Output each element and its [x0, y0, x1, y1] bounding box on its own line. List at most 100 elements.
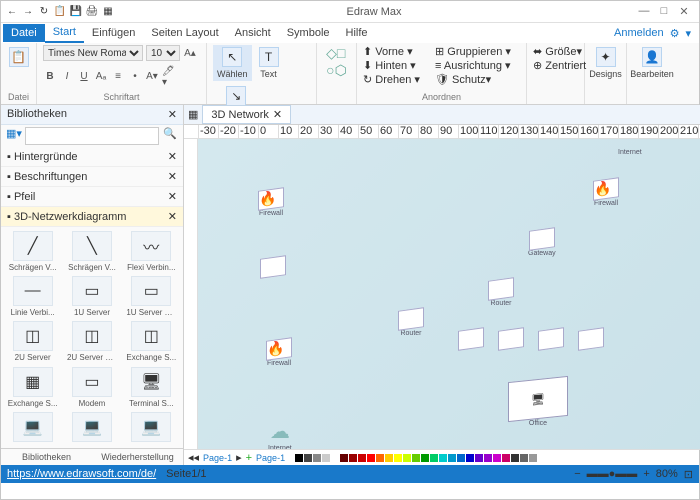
bullets-button[interactable]: •	[128, 70, 142, 84]
color-swatch[interactable]	[448, 454, 456, 462]
color-swatch[interactable]	[367, 454, 375, 462]
edit-button[interactable]: 👤Bearbeiten	[633, 45, 671, 81]
send-back[interactable]: ⬇ Hinten ▾	[363, 59, 429, 72]
page-tab-2[interactable]: Page-1	[256, 453, 285, 463]
color-swatch[interactable]	[403, 454, 411, 462]
page-tab-1[interactable]: Page-1	[203, 453, 232, 463]
increase-font[interactable]: A▴	[183, 46, 197, 60]
diagram-node[interactable]: 🔥Firewall	[593, 179, 619, 207]
color-swatch[interactable]	[295, 454, 303, 462]
color-swatch[interactable]	[358, 454, 366, 462]
color-swatch[interactable]	[412, 454, 420, 462]
diagram-node[interactable]: Router	[488, 279, 514, 307]
library-shape[interactable]: ▭Modem	[64, 367, 119, 408]
settings-icon[interactable]: ⚙	[670, 27, 680, 40]
color-swatch[interactable]	[322, 454, 330, 462]
select-tool[interactable]: ↖Wählen	[213, 45, 252, 81]
color-swatch[interactable]	[340, 454, 348, 462]
font-size-select[interactable]: 10	[146, 45, 180, 61]
qat-save[interactable]: 💾	[69, 5, 83, 19]
color-swatch[interactable]	[484, 454, 492, 462]
library-shape[interactable]: ▭1U Server S...	[124, 276, 179, 317]
highlight-button[interactable]: 🖊▾	[162, 70, 176, 84]
login-link[interactable]: Anmelden	[614, 27, 664, 39]
tab-symbols[interactable]: Symbole	[279, 24, 338, 42]
add-page-icon[interactable]: +	[246, 452, 252, 464]
file-menu[interactable]: Datei	[3, 24, 45, 42]
qat-back[interactable]: ←	[5, 5, 19, 19]
paste-button[interactable]: 📋	[7, 45, 30, 69]
minimize-button[interactable]: —	[637, 5, 651, 18]
library-tab[interactable]: Bibliotheken	[1, 449, 92, 465]
library-shape[interactable]: 💻	[5, 412, 60, 444]
qat-fwd[interactable]: →	[21, 5, 35, 19]
center-button[interactable]: ⊕ Zentriert	[533, 59, 586, 72]
align-button[interactable]: ≡	[111, 70, 125, 84]
close-library-icon[interactable]: ✕	[168, 108, 177, 121]
diagram-node[interactable]: Router	[398, 309, 424, 337]
recovery-tab[interactable]: Wiederherstellung	[92, 449, 183, 465]
library-shape[interactable]: ╲Schrägen V...	[64, 231, 119, 272]
diagram-node[interactable]	[260, 257, 286, 277]
zoom-slider[interactable]: ▬▬●▬▬	[587, 468, 638, 480]
document-tab[interactable]: 3D Network✕	[202, 105, 291, 124]
align-menu[interactable]: ≡ Ausrichtung ▾	[435, 59, 520, 72]
bold-button[interactable]: B	[43, 70, 57, 84]
library-shape[interactable]: ◫2U Server S...	[64, 321, 119, 362]
designs-button[interactable]: ✦Designs	[591, 45, 620, 81]
library-shape[interactable]: ◫2U Server	[5, 321, 60, 362]
qat-paste[interactable]: 📋	[53, 5, 67, 19]
library-search-input[interactable]	[25, 127, 159, 145]
color-swatch[interactable]	[376, 454, 384, 462]
library-shape[interactable]: 🖥Terminal S...	[124, 367, 179, 408]
rotate-menu[interactable]: ↻ Drehen ▾	[363, 73, 429, 86]
color-swatch[interactable]	[349, 454, 357, 462]
quick-access-toolbar[interactable]: ← → ↻ 📋 💾 🖨 ▦	[1, 5, 119, 19]
shape-gallery[interactable]: ◇□○⬡	[326, 45, 347, 79]
color-swatch[interactable]	[313, 454, 321, 462]
text-tool[interactable]: TText	[255, 45, 283, 81]
library-shape[interactable]: —Linie Verbi...	[5, 276, 60, 317]
diagram-node[interactable]	[578, 329, 604, 349]
diagram-node[interactable]: 🔥Firewall	[266, 339, 292, 367]
zoom-out[interactable]: −	[574, 468, 580, 480]
tab-help[interactable]: Hilfe	[338, 24, 376, 42]
diagram-canvas[interactable]: 🔥Firewall 🔥Firewall ☁Internet Router Router G…	[198, 139, 700, 449]
italic-button[interactable]: I	[60, 70, 74, 84]
color-swatch[interactable]	[439, 454, 447, 462]
color-swatch[interactable]	[421, 454, 429, 462]
library-shape[interactable]: ▦Exchange S...	[5, 367, 60, 408]
maximize-button[interactable]: □	[657, 5, 671, 18]
diagram-node[interactable]: 🖥Office	[508, 379, 568, 427]
library-category[interactable]: ▪ Hintergründe✕	[1, 147, 183, 167]
subscript-button[interactable]: Aₐ	[94, 70, 108, 84]
search-icon[interactable]: 🔍	[161, 127, 179, 145]
page-nav-next[interactable]: ▸	[236, 451, 242, 464]
tab-layout[interactable]: Seiten Layout	[143, 24, 226, 42]
library-shape[interactable]: ▭1U Server	[64, 276, 119, 317]
close-doc-icon[interactable]: ✕	[273, 108, 282, 121]
diagram-node[interactable]: ☁Internet	[268, 419, 292, 449]
diagram-node[interactable]: 🔥Firewall	[258, 189, 284, 217]
underline-button[interactable]: U	[77, 70, 91, 84]
diagram-node[interactable]: Gateway	[528, 229, 556, 257]
font-color-button[interactable]: A▾	[145, 70, 159, 84]
page-nav-prev[interactable]: ◂◂	[188, 451, 199, 464]
color-swatch[interactable]	[529, 454, 537, 462]
color-swatch[interactable]	[331, 454, 339, 462]
qat-refresh[interactable]: ↻	[37, 5, 51, 19]
color-swatch[interactable]	[457, 454, 465, 462]
diagram-node[interactable]	[458, 329, 484, 349]
diagram-node[interactable]	[538, 329, 564, 349]
library-shape[interactable]: ◫Exchange S...	[124, 321, 179, 362]
color-swatch[interactable]	[475, 454, 483, 462]
color-swatch[interactable]	[493, 454, 501, 462]
color-swatch[interactable]	[502, 454, 510, 462]
color-swatch[interactable]	[511, 454, 519, 462]
color-swatch[interactable]	[304, 454, 312, 462]
diagram-node[interactable]: Internet	[618, 149, 642, 156]
library-shape[interactable]: ╱Schrägen V...	[5, 231, 60, 272]
size-menu[interactable]: ⬌ Größe▾	[533, 45, 586, 58]
color-swatch[interactable]	[385, 454, 393, 462]
color-swatch[interactable]	[394, 454, 402, 462]
